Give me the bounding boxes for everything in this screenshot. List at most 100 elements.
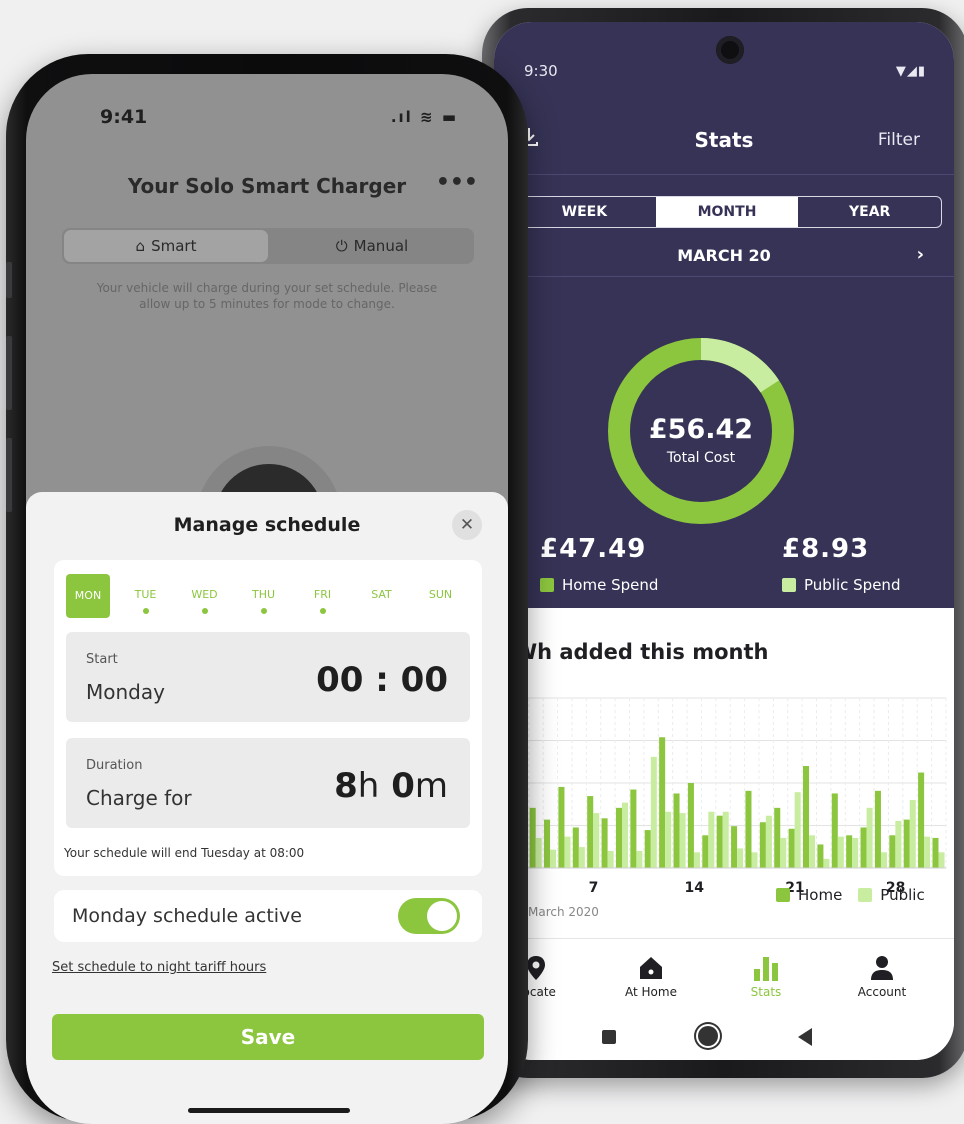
bar-home-day-19 bbox=[759, 822, 766, 868]
home-button[interactable] bbox=[698, 1026, 718, 1046]
bar-home-day-22 bbox=[802, 766, 810, 868]
android-phone: 9:30 ▼◢▮ Stats Filter WEEK MONTH YEAR MA… bbox=[482, 8, 964, 1078]
nav-at-home[interactable]: At Home bbox=[601, 953, 701, 999]
scheduled-dot bbox=[201, 608, 208, 614]
bar-public-day-16 bbox=[722, 811, 729, 868]
bar-public-day-4 bbox=[550, 849, 557, 868]
bar-home-day-25 bbox=[846, 835, 853, 868]
home-spend-text: Home Spend bbox=[562, 576, 659, 594]
public-spend-value: £8.93 bbox=[782, 534, 870, 564]
bar-public-day-10 bbox=[636, 851, 643, 868]
nav-account[interactable]: Account bbox=[832, 953, 932, 999]
start-time: 00 : 00 bbox=[316, 660, 448, 700]
public-swatch bbox=[782, 578, 796, 592]
toggle-knob bbox=[427, 901, 457, 931]
power-plug-icon: ⏻ bbox=[335, 237, 348, 255]
bar-public-day-31 bbox=[938, 852, 945, 868]
bar-public-day-28 bbox=[895, 820, 902, 868]
bar-home-day-7 bbox=[587, 796, 594, 868]
mode-manual[interactable]: ⏻ Manual bbox=[270, 228, 474, 264]
schedule-active-label: Monday schedule active bbox=[72, 905, 302, 927]
bar-home-day-20 bbox=[774, 807, 781, 868]
bar-public-day-24 bbox=[837, 836, 844, 868]
bar-home-day-9 bbox=[615, 807, 623, 868]
night-tariff-link[interactable]: Set schedule to night tariff hours bbox=[52, 960, 266, 975]
schedule-active-toggle[interactable] bbox=[398, 898, 460, 934]
day-thu[interactable]: THU bbox=[234, 574, 293, 618]
save-button[interactable]: Save bbox=[52, 1014, 484, 1060]
mode-description: Your vehicle will charge during your set… bbox=[96, 281, 438, 311]
bar-home-day-3 bbox=[529, 807, 536, 868]
bar-public-day-25 bbox=[852, 837, 859, 868]
tab-week[interactable]: WEEK bbox=[513, 197, 656, 227]
duration-minutes: 0 bbox=[391, 766, 415, 806]
start-label: Start bbox=[86, 652, 118, 667]
legend-home-label: Home bbox=[798, 886, 843, 904]
chevron-right-icon[interactable]: › bbox=[917, 244, 924, 265]
duration-sub: Charge for bbox=[86, 786, 192, 810]
home-spend-label: Home Spend bbox=[540, 576, 658, 594]
mode-manual-label: Manual bbox=[353, 237, 409, 255]
schedule-card: MON TUE WED THU FRI SAT SUN Start Monday… bbox=[54, 560, 482, 876]
location-pin-icon bbox=[527, 956, 545, 980]
bar-public-day-5 bbox=[564, 836, 571, 868]
day-label: WED bbox=[191, 588, 218, 601]
nav-stats-label: Stats bbox=[750, 985, 782, 999]
side-button bbox=[6, 262, 12, 298]
bar-chart-icon bbox=[754, 957, 778, 981]
android-system-bar bbox=[494, 1014, 954, 1060]
bar-home-day-29 bbox=[903, 819, 910, 868]
chart-title: kWh added this month bbox=[500, 640, 769, 664]
status-time: 9:41 bbox=[100, 106, 148, 128]
bar-home-day-30 bbox=[918, 772, 925, 868]
schedule-screen: 9:41 .ıl ≋ ▬ Your Solo Smart Charger •••… bbox=[26, 74, 508, 1124]
bar-public-day-23 bbox=[823, 858, 830, 868]
more-icon[interactable]: ••• bbox=[436, 170, 478, 195]
bar-home-day-12 bbox=[659, 737, 666, 868]
legend-home-swatch bbox=[776, 888, 790, 902]
legend-public-label: Public bbox=[880, 886, 925, 904]
bar-public-day-22 bbox=[809, 835, 816, 868]
day-label: SAT bbox=[371, 588, 392, 601]
bar-public-day-27 bbox=[880, 852, 888, 868]
bar-home-day-24 bbox=[831, 793, 838, 868]
sheet-title: Manage schedule bbox=[173, 514, 361, 536]
duration-field[interactable]: Duration Charge for 8h 0m bbox=[66, 738, 470, 828]
start-time-field[interactable]: Start Monday 00 : 00 bbox=[66, 632, 470, 722]
filter-button[interactable]: Filter bbox=[878, 130, 920, 150]
bar-home-day-10 bbox=[630, 789, 637, 868]
day-wed[interactable]: WED bbox=[175, 574, 234, 618]
signal-battery-icon: ▼◢▮ bbox=[895, 64, 926, 79]
day-sat[interactable]: SAT bbox=[352, 574, 411, 618]
x-tick-label: 14 bbox=[684, 880, 704, 896]
bar-home-day-4 bbox=[544, 819, 551, 868]
bar-public-day-21 bbox=[794, 792, 801, 868]
bar-public-day-19 bbox=[765, 815, 772, 868]
bar-home-day-18 bbox=[745, 790, 752, 868]
close-icon[interactable]: ✕ bbox=[452, 510, 482, 540]
bar-home-day-26 bbox=[860, 827, 867, 868]
day-mon[interactable]: MON bbox=[66, 574, 110, 618]
bar-home-day-8 bbox=[601, 818, 608, 868]
bar-home-day-11 bbox=[644, 830, 651, 868]
total-cost-label: Total Cost bbox=[666, 450, 736, 466]
person-icon bbox=[871, 956, 893, 980]
home-indicator bbox=[188, 1108, 350, 1113]
bar-home-day-23 bbox=[817, 844, 824, 868]
nav-stats[interactable]: Stats bbox=[716, 953, 816, 999]
tab-year[interactable]: YEAR bbox=[798, 197, 941, 227]
schedule-active-row: Monday schedule active bbox=[54, 890, 482, 942]
bar-home-day-28 bbox=[889, 835, 896, 868]
divider bbox=[494, 276, 954, 277]
mode-smart[interactable]: ⌂ Smart bbox=[64, 230, 268, 262]
bar-home-day-16 bbox=[716, 815, 723, 868]
bar-public-day-17 bbox=[737, 848, 744, 868]
recents-button[interactable] bbox=[602, 1030, 616, 1044]
day-sun[interactable]: SUN bbox=[411, 574, 470, 618]
day-tue[interactable]: TUE bbox=[116, 574, 175, 618]
day-fri[interactable]: FRI bbox=[293, 574, 352, 618]
back-button[interactable] bbox=[798, 1028, 812, 1046]
bar-home-day-21 bbox=[788, 828, 795, 868]
tab-month[interactable]: MONTH bbox=[655, 197, 799, 227]
volume-up-button bbox=[6, 336, 12, 410]
